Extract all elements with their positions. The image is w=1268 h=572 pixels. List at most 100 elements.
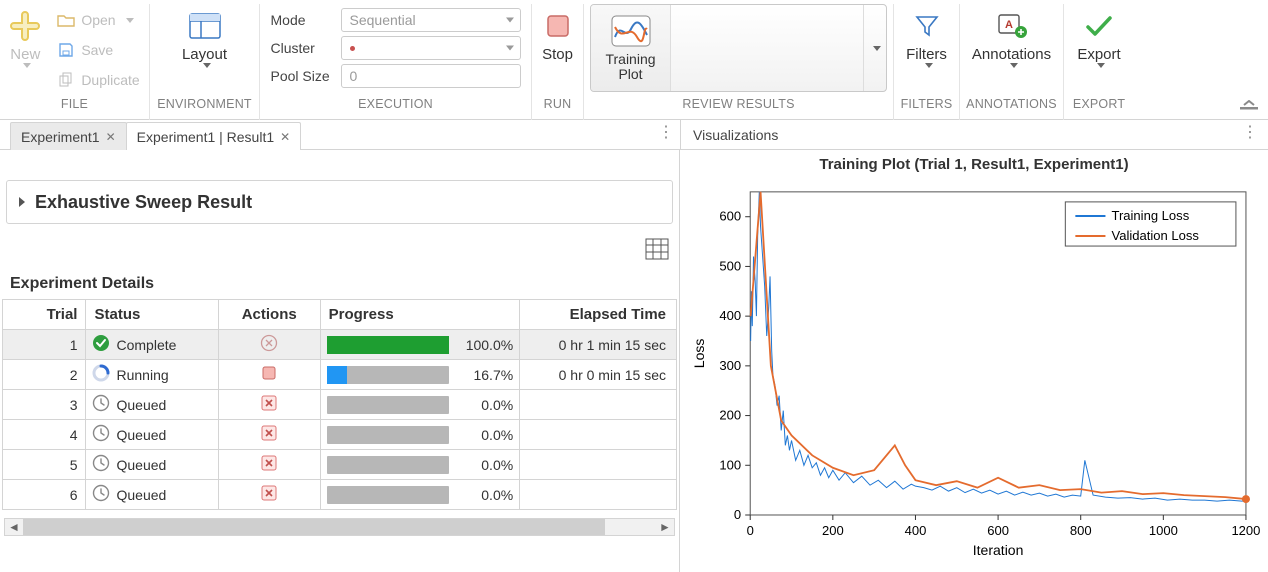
progress-text: 100.0% [457, 337, 513, 353]
scroll-track[interactable] [23, 519, 656, 535]
review-gallery: Training Plot [590, 4, 887, 92]
section-run: Stop RUN [532, 4, 584, 120]
visualizations-panel-title: Visualizations ⋮ [680, 120, 1268, 149]
progress-bar [327, 426, 450, 444]
duplicate-button[interactable]: Duplicate [51, 66, 145, 94]
tab-result1[interactable]: Experiment1 | Result1 ✕ [126, 122, 302, 150]
cell-trial: 3 [3, 390, 86, 420]
chevron-down-icon [506, 18, 514, 23]
cell-status: Queued [86, 390, 218, 420]
pool-input[interactable]: 0 [341, 64, 521, 88]
training-plot-label-2: Plot [605, 67, 655, 82]
pool-row: Pool Size 0 [271, 64, 521, 88]
section-environment: Layout ENVIRONMENT [150, 4, 260, 120]
cell-elapsed [520, 450, 677, 480]
scroll-thumb[interactable] [23, 519, 605, 535]
progress-text: 0.0% [457, 397, 513, 413]
mode-select[interactable]: Sequential [341, 8, 521, 32]
status-text: Queued [116, 487, 166, 503]
save-label: Save [81, 42, 113, 58]
section-export: Export EXPORT [1064, 4, 1134, 120]
layout-icon [187, 8, 223, 44]
file-section-label: FILE [6, 94, 143, 114]
svg-text:Validation Loss: Validation Loss [1111, 228, 1199, 243]
export-button[interactable]: Export [1070, 4, 1128, 68]
section-filters: Filters FILTERS [894, 4, 960, 120]
col-elapsed[interactable]: Elapsed Time [520, 300, 677, 330]
tab-label: Experiment1 | Result1 [137, 123, 274, 151]
table-view-button[interactable] [645, 238, 669, 263]
svg-text:600: 600 [719, 209, 741, 224]
col-trial[interactable]: Trial [3, 300, 86, 330]
scroll-left-icon[interactable]: ◄ [5, 520, 23, 534]
tab-experiment1[interactable]: Experiment1 ✕ [10, 122, 127, 150]
row-action-button[interactable] [260, 399, 278, 415]
svg-text:600: 600 [987, 523, 1009, 538]
file-small-buttons: Open Save Duplicate [49, 4, 147, 96]
training-plot-button[interactable]: Training Plot [591, 5, 671, 91]
table-row[interactable]: 3Queued 0.0% [3, 390, 677, 420]
svg-text:Iteration: Iteration [973, 542, 1024, 558]
row-action-button[interactable] [261, 368, 277, 384]
cell-progress: 0.0% [320, 390, 520, 420]
save-icon [57, 41, 75, 59]
save-button[interactable]: Save [51, 36, 145, 64]
experiment-details: Experiment Details Trial Status Actions … [2, 269, 677, 536]
table-row[interactable]: 1Complete100.0%0 hr 1 min 15 sec [3, 330, 677, 360]
progress-text: 0.0% [457, 487, 513, 503]
layout-label: Layout [182, 46, 227, 63]
table-row[interactable]: 4Queued0.0% [3, 420, 677, 450]
layout-button[interactable]: Layout [156, 4, 253, 68]
mode-value: Sequential [350, 12, 416, 28]
stop-button[interactable]: Stop [538, 4, 577, 63]
row-action-button[interactable] [260, 429, 278, 445]
cell-status: Queued [86, 450, 218, 480]
row-action-button[interactable] [260, 339, 278, 355]
horizontal-scrollbar[interactable]: ◄ ► [4, 518, 675, 536]
export-label: Export [1077, 46, 1120, 63]
section-execution: Mode Sequential Cluster Pool Size 0 [260, 4, 532, 120]
environment-section-label: ENVIRONMENT [156, 94, 253, 114]
accordion-header[interactable]: Exhaustive Sweep Result [6, 180, 673, 224]
cell-actions [218, 480, 320, 510]
col-progress[interactable]: Progress [320, 300, 520, 330]
status-icon [92, 484, 110, 505]
filter-icon [909, 8, 945, 44]
close-icon[interactable]: ✕ [106, 123, 116, 151]
chevron-down-icon [873, 46, 881, 51]
close-icon[interactable]: ✕ [280, 123, 290, 151]
review-gallery-dropdown[interactable] [863, 5, 885, 91]
row-action-button[interactable] [260, 459, 278, 475]
folder-open-icon [57, 11, 75, 29]
visualizations-options-button[interactable]: ⋮ [1242, 126, 1258, 140]
tabs-options-button[interactable]: ⋮ [658, 126, 674, 140]
table-row[interactable]: 2Running16.7%0 hr 0 min 15 sec [3, 360, 677, 390]
cell-actions [218, 330, 320, 360]
pool-label: Pool Size [271, 68, 341, 84]
execution-section-label: EXECUTION [266, 94, 525, 114]
stop-label: Stop [542, 46, 573, 63]
results-panel: Exhaustive Sweep Result Experiment Detai… [0, 150, 680, 572]
col-status[interactable]: Status [86, 300, 218, 330]
scroll-right-icon[interactable]: ► [656, 520, 674, 534]
row-action-button[interactable] [260, 489, 278, 505]
cell-progress: 100.0% [320, 330, 520, 360]
cluster-select[interactable] [341, 36, 521, 60]
check-icon [1081, 8, 1117, 44]
filters-button[interactable]: Filters [900, 4, 953, 68]
new-button[interactable]: New [1, 4, 49, 68]
col-actions[interactable]: Actions [218, 300, 320, 330]
svg-text:200: 200 [822, 523, 844, 538]
open-button[interactable]: Open [51, 6, 145, 34]
details-title: Experiment Details [2, 269, 677, 299]
progress-bar [327, 486, 450, 504]
table-row[interactable]: 6Queued0.0% [3, 480, 677, 510]
table-row[interactable]: 5Queued0.0% [3, 450, 677, 480]
plus-icon [7, 8, 43, 44]
section-review: Training Plot REVIEW RESULTS [584, 4, 894, 120]
minimize-ribbon-button[interactable] [1240, 97, 1258, 113]
tabs-row: Experiment1 ✕ Experiment1 | Result1 ✕ ⋮ … [0, 120, 1268, 150]
annotations-button[interactable]: A Annotations [966, 4, 1057, 68]
cell-actions [218, 450, 320, 480]
training-plot-icon [611, 15, 651, 50]
